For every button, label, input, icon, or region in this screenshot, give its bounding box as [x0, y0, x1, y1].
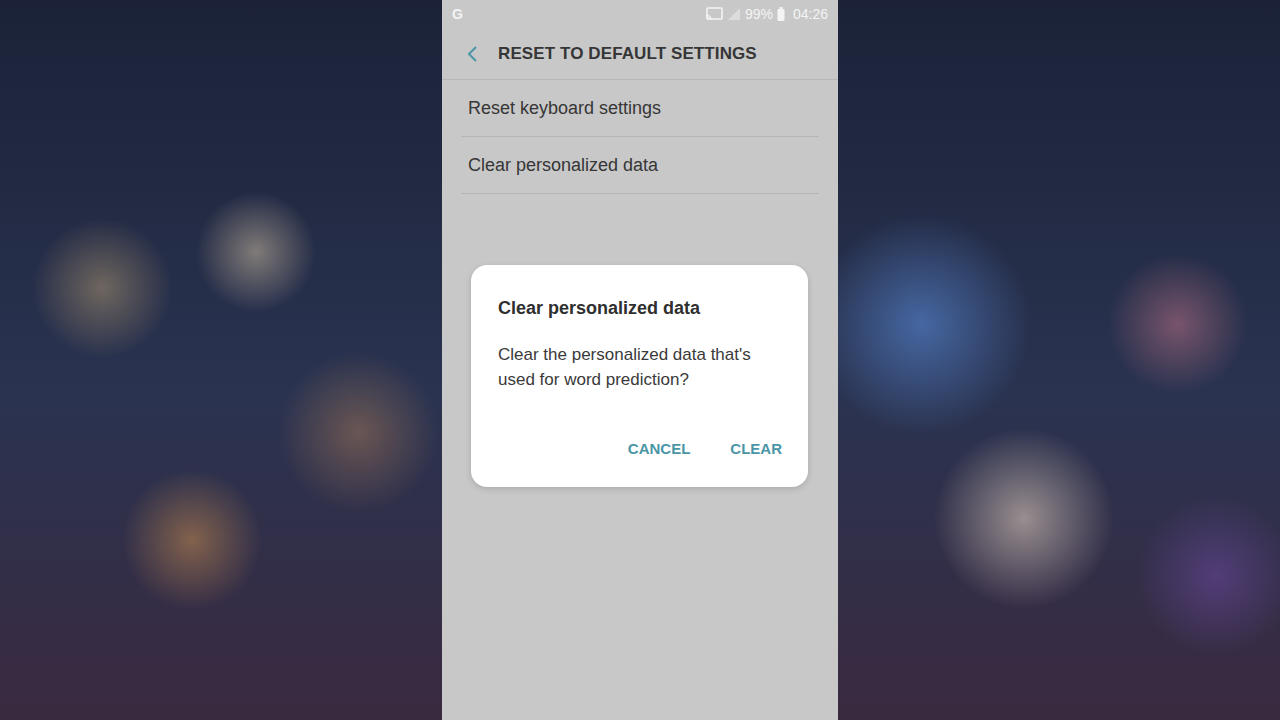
clock: 04:26 [793, 4, 828, 25]
signal-icon [727, 7, 741, 21]
dialog-button[interactable]: CANCEL [628, 434, 691, 465]
header-bar: RESET TO DEFAULT SETTINGS [442, 28, 838, 80]
phone-screen: G 99% 04:26 RESET TO DEFAULT SETTINGS Reset … [442, 0, 838, 720]
page-title: RESET TO DEFAULT SETTINGS [498, 41, 757, 67]
dialog-button[interactable]: CLEAR [730, 434, 782, 465]
background-photo: G 99% 04:26 RESET TO DEFAULT SETTINGS Reset … [0, 0, 1280, 720]
dialog-actions: CANCEL CLEAR [498, 434, 782, 465]
divider [461, 193, 819, 194]
back-arrow-icon [464, 45, 482, 63]
dialog-message: Clear the personalized data that's used … [498, 342, 782, 392]
status-bar: G 99% 04:26 [442, 0, 838, 28]
confirm-dialog: Clear personalized data Clear the persona… [471, 265, 808, 487]
google-icon: G [452, 4, 463, 25]
divider [461, 136, 819, 137]
battery-icon [777, 7, 785, 21]
settings-item[interactable]: Reset keyboard settings [442, 80, 838, 136]
battery-level: 99% [745, 4, 773, 25]
status-icons: 99% 04:26 [705, 4, 828, 25]
cast-icon [705, 7, 723, 21]
dialog-title: Clear personalized data [498, 295, 782, 322]
settings-item[interactable]: Clear personalized data [442, 137, 838, 193]
back-button[interactable] [464, 45, 482, 63]
